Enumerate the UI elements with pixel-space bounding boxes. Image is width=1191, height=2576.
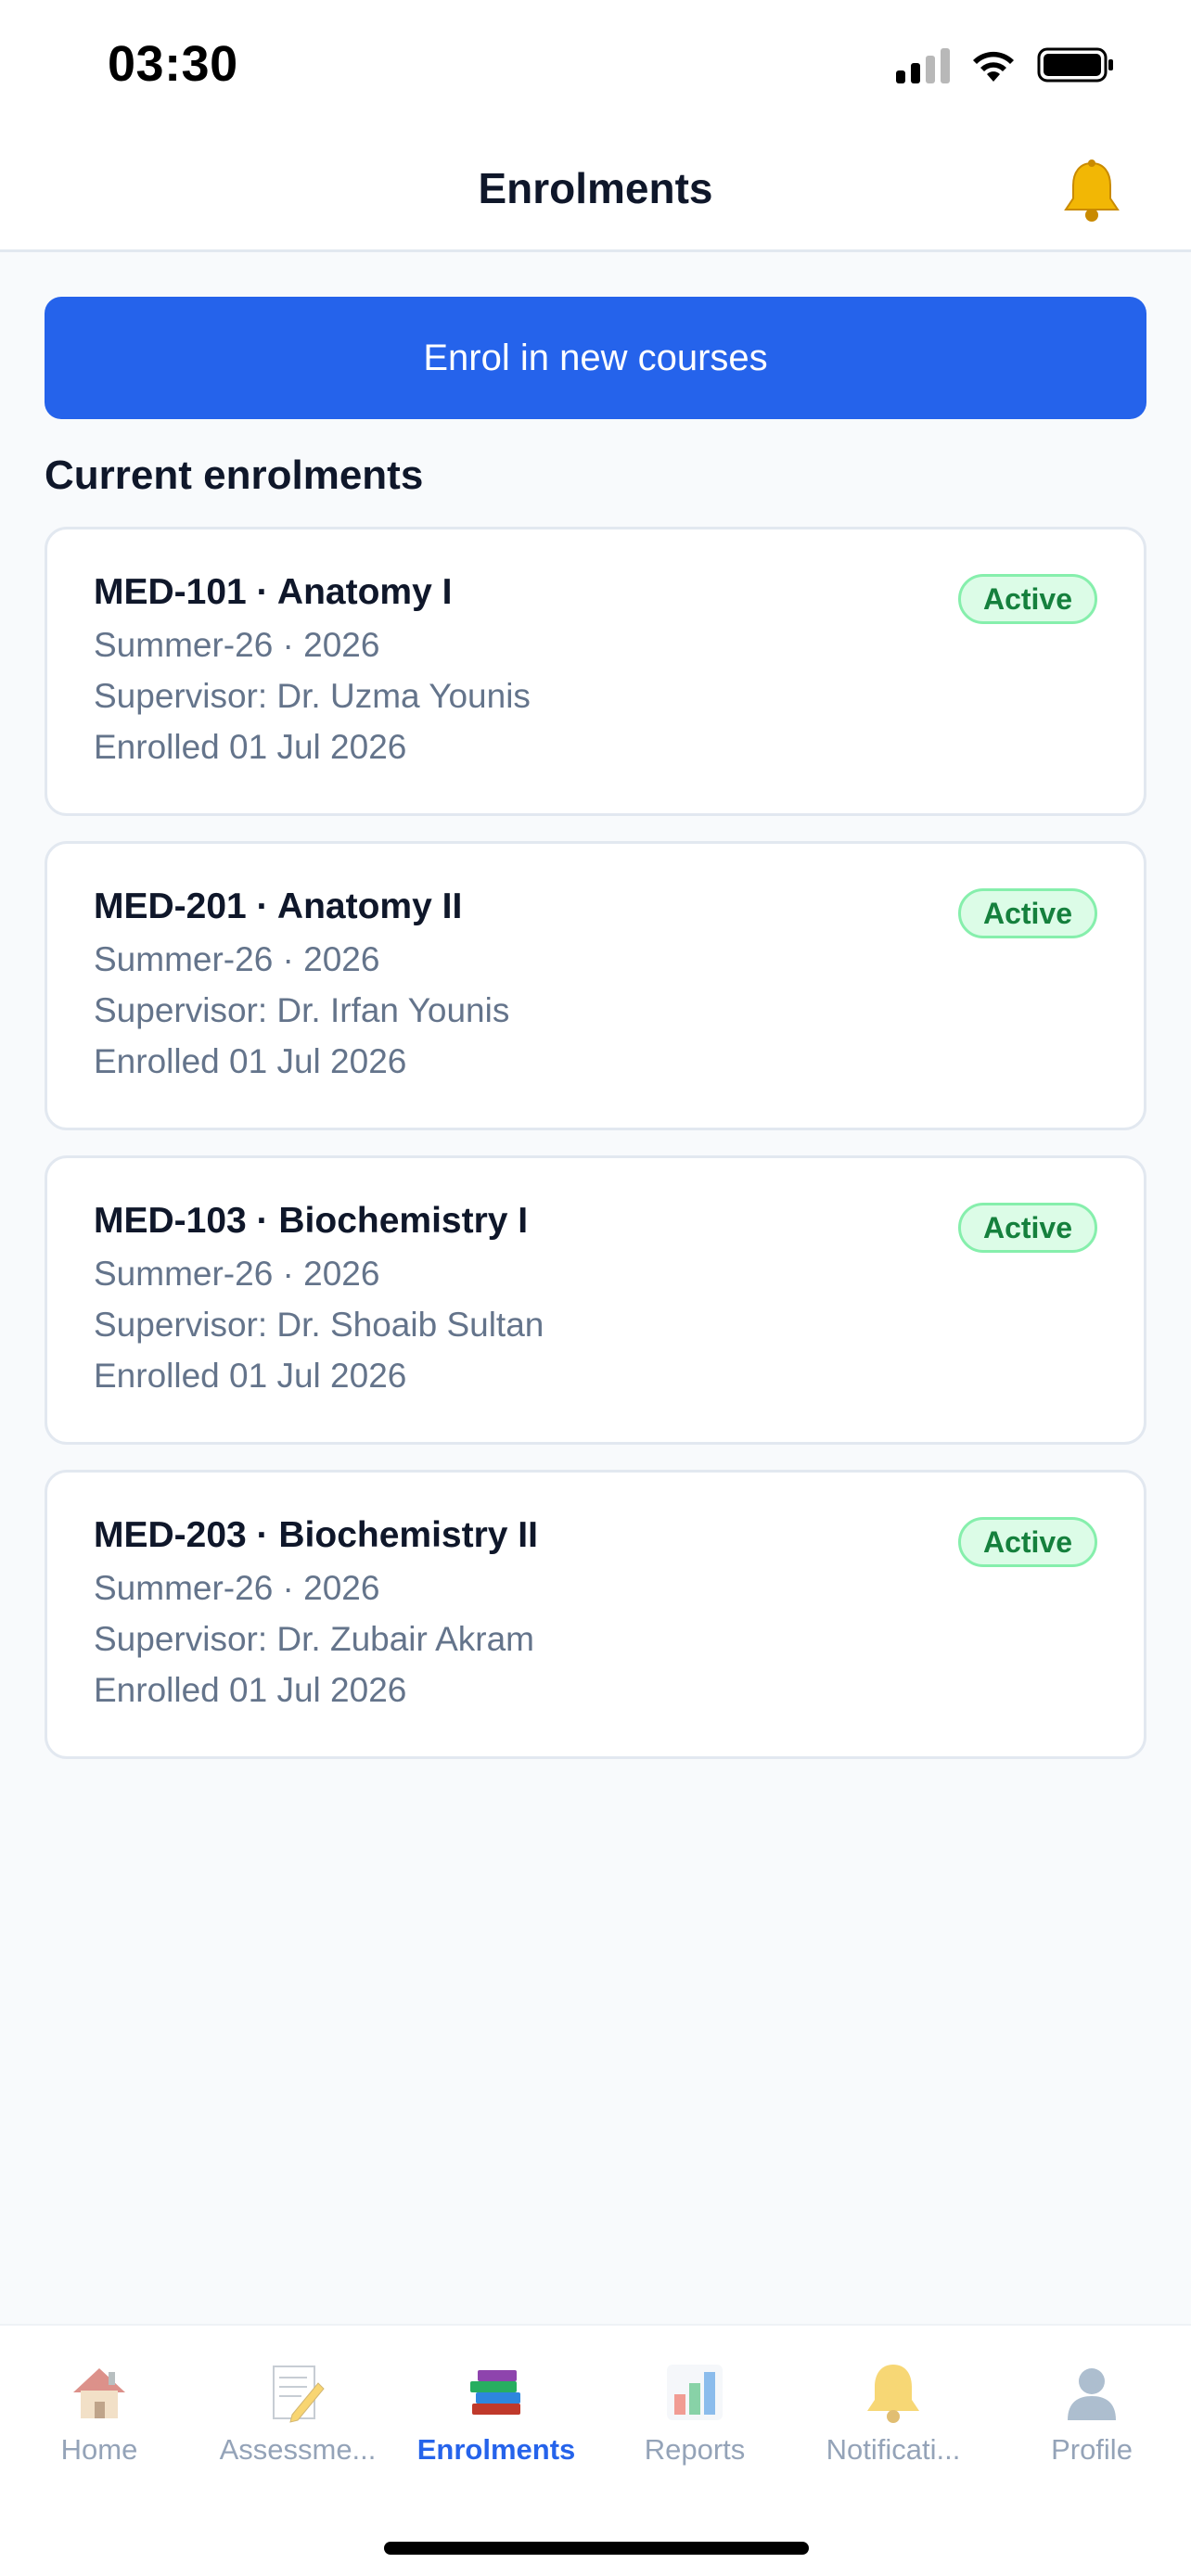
cellular-signal-icon [896, 46, 950, 83]
bell-icon [867, 2365, 919, 2423]
tab-enrolments[interactable]: Enrolments [397, 2359, 596, 2480]
enrolled-date: Enrolled 01 Jul 2026 [94, 1042, 407, 1080]
course-supervisor: Supervisor: Dr. Shoaib Sultan [94, 1306, 544, 1344]
course-title: MED-203 · Biochemistry II [94, 1515, 538, 1555]
course-term: Summer-26 · 2026 [94, 1569, 380, 1607]
status-bar: 03:30 [0, 0, 1191, 135]
course-supervisor: Supervisor: Dr. Uzma Younis [94, 677, 531, 715]
home-indicator[interactable] [384, 2542, 809, 2555]
status-time: 03:30 [108, 36, 238, 92]
tab-label: Notificati... [826, 2433, 961, 2466]
status-badge: Active [958, 574, 1097, 624]
course-title: MED-103 · Biochemistry I [94, 1201, 529, 1241]
course-title: MED-201 · Anatomy II [94, 886, 463, 926]
enrolled-date: Enrolled 01 Jul 2026 [94, 1357, 407, 1395]
enrolled-date: Enrolled 01 Jul 2026 [94, 728, 407, 766]
bar-chart-icon [667, 2365, 723, 2420]
enrolment-card[interactable]: MED-103 · Biochemistry I Summer-26 · 202… [45, 1155, 1146, 1445]
tab-label: Assessme... [219, 2433, 377, 2466]
enrolment-card[interactable]: MED-201 · Anatomy II Summer-26 · 2026 Su… [45, 841, 1146, 1130]
status-icons [896, 46, 1115, 83]
tab-label: Reports [644, 2433, 746, 2466]
course-term: Summer-26 · 2026 [94, 940, 380, 978]
status-badge: Active [958, 888, 1097, 938]
course-supervisor: Supervisor: Dr. Zubair Akram [94, 1620, 534, 1658]
enrolled-date: Enrolled 01 Jul 2026 [94, 1671, 407, 1709]
app-header: Enrolments [0, 135, 1191, 252]
enrolment-card[interactable]: MED-101 · Anatomy I Summer-26 · 2026 Sup… [45, 527, 1146, 816]
course-term: Summer-26 · 2026 [94, 626, 380, 664]
books-icon [470, 2370, 520, 2415]
memo-icon [273, 2366, 325, 2423]
course-supervisor: Supervisor: Dr. Irfan Younis [94, 991, 510, 1029]
course-term: Summer-26 · 2026 [94, 1255, 380, 1293]
status-badge: Active [958, 1203, 1097, 1253]
bell-icon[interactable] [1057, 158, 1126, 226]
tab-label: Profile [1051, 2433, 1133, 2466]
course-title: MED-101 · Anatomy I [94, 572, 453, 612]
tab-label: Home [60, 2433, 138, 2466]
person-icon [1068, 2368, 1116, 2420]
tab-label: Enrolments [416, 2433, 576, 2466]
wifi-icon [973, 51, 1014, 82]
tab-profile[interactable]: Profile [992, 2359, 1191, 2480]
tab-assessments[interactable]: Assessme... [198, 2359, 397, 2480]
page-title: Enrolments [478, 164, 713, 212]
tab-notifications[interactable]: Notificati... [794, 2359, 992, 2480]
tab-reports[interactable]: Reports [596, 2359, 794, 2480]
enrolment-card[interactable]: MED-203 · Biochemistry II Summer-26 · 20… [45, 1470, 1146, 1759]
tab-home[interactable]: Home [0, 2359, 198, 2480]
section-title: Current enrolments [45, 453, 424, 498]
status-badge: Active [958, 1517, 1097, 1567]
house-icon [73, 2368, 125, 2418]
enrol-new-courses-button[interactable]: Enrol in new courses [45, 297, 1146, 419]
battery-icon [1037, 47, 1113, 83]
tab-bar: Home Assessme... Enrolments Reports Noti… [0, 2324, 1191, 2576]
